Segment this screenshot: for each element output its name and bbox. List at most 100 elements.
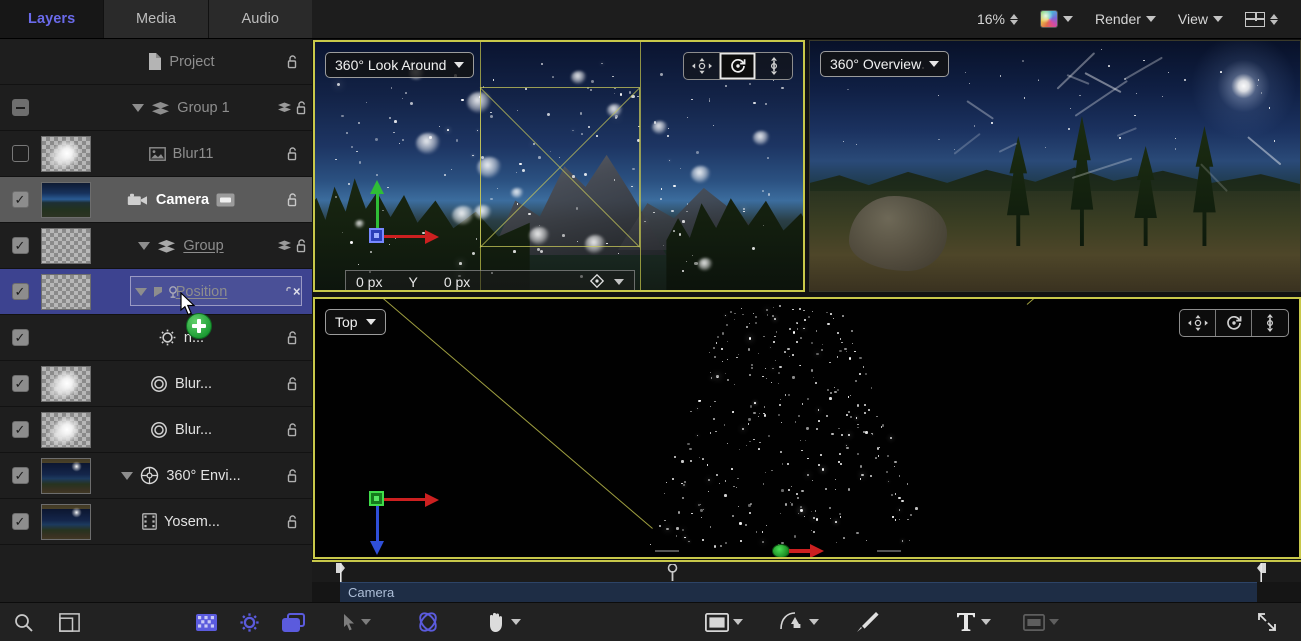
visibility-checkbox-cell[interactable]: ✓ [0, 421, 40, 438]
pen-bezier-tool[interactable] [772, 611, 826, 633]
gizmo-center-handle[interactable] [369, 491, 384, 506]
orbit-camera-icon[interactable] [720, 53, 756, 79]
camera-controls-top[interactable] [1179, 309, 1289, 337]
chevron-down-icon[interactable] [1213, 16, 1223, 22]
visibility-checkbox-cell[interactable]: ✓ [0, 513, 40, 530]
group-stack-icon[interactable] [277, 102, 292, 114]
pan-camera-icon[interactable] [1180, 310, 1216, 336]
tab-audio[interactable]: Audio [209, 0, 312, 38]
zoom-level-control[interactable]: 16% [966, 0, 1029, 39]
timeline-end-marker[interactable] [1253, 563, 1266, 582]
search-icon[interactable] [14, 613, 33, 632]
dolly-camera-icon[interactable] [1252, 310, 1288, 336]
select-arrow-tool[interactable] [336, 613, 378, 631]
unlocked-icon[interactable] [286, 330, 300, 345]
camera-body-icon[interactable] [772, 544, 790, 558]
chevron-down-icon[interactable] [809, 619, 819, 625]
viewport-overview[interactable]: 360° Overview [809, 40, 1301, 292]
camera-controls-look-around[interactable] [683, 52, 793, 80]
hud-x-value[interactable]: 0 px [356, 274, 382, 290]
chevron-down-icon[interactable] [929, 61, 939, 67]
color-settings-control[interactable] [1029, 0, 1084, 39]
chevron-down-icon[interactable] [454, 62, 464, 68]
chevron-down-icon[interactable] [981, 619, 991, 625]
visibility-checkbox-off[interactable] [12, 145, 29, 162]
visibility-checkbox-on[interactable]: ✓ [12, 237, 29, 254]
unlocked-icon[interactable] [295, 238, 309, 253]
layer-row-group-1[interactable]: Group 1 [0, 85, 312, 131]
chevron-down-icon[interactable] [366, 319, 376, 325]
timeline-track-area[interactable]: Camera [312, 582, 1301, 602]
layer-row-blur-b[interactable]: ✓ Blur... [0, 407, 312, 453]
orbit-camera-icon[interactable] [1216, 310, 1252, 336]
checkerboard-icon[interactable] [196, 614, 217, 631]
group-stack-icon[interactable] [277, 240, 292, 252]
disclosure-triangle-down-icon[interactable] [121, 472, 133, 480]
visibility-checkbox-on[interactable]: ✓ [12, 513, 29, 530]
unlocked-icon[interactable] [286, 54, 300, 69]
unlocked-icon[interactable] [286, 514, 300, 529]
visibility-checkbox-cell[interactable] [0, 145, 40, 162]
lock-cell[interactable] [274, 330, 312, 345]
transform-hud[interactable]: 0 px Y 0 px [345, 270, 635, 292]
visibility-checkbox-on[interactable]: ✓ [12, 191, 29, 208]
layer-row-position[interactable]: ✓ Position [0, 269, 312, 315]
lock-cell[interactable] [274, 376, 312, 391]
layer-row-camera[interactable]: ✓ Camera [0, 177, 312, 223]
chevron-down-icon[interactable] [614, 279, 624, 285]
tab-media[interactable]: Media [104, 0, 208, 38]
visibility-checkbox-on[interactable]: ✓ [12, 421, 29, 438]
visibility-checkbox-cell[interactable]: ✓ [0, 191, 40, 208]
layer-row-blur11[interactable]: Blur11 [0, 131, 312, 177]
visibility-checkbox-on[interactable]: ✓ [12, 329, 29, 346]
keyframe-icon[interactable] [284, 284, 302, 299]
unlocked-icon[interactable] [286, 192, 300, 207]
view-menu[interactable]: View [1167, 0, 1234, 39]
visibility-checkbox-on[interactable]: ✓ [12, 283, 29, 300]
chevron-down-icon[interactable] [1063, 16, 1073, 22]
lock-cell[interactable] [274, 422, 312, 437]
unlocked-icon[interactable] [286, 468, 300, 483]
visibility-checkbox-on[interactable]: ✓ [12, 467, 29, 484]
disclosure-triangle-right-icon[interactable] [154, 287, 162, 297]
hud-anchor-icon[interactable] [590, 274, 604, 291]
zoom-stepper-icon[interactable] [1010, 14, 1018, 25]
visibility-checkbox-cell[interactable]: ✓ [0, 375, 40, 392]
viewport-top[interactable]: Top [313, 297, 1301, 559]
pan-camera-icon[interactable] [684, 53, 720, 79]
chevron-down-icon[interactable] [1146, 16, 1156, 22]
layer-row-behavior[interactable]: ✓ n... [0, 315, 312, 361]
axis-y-arrow[interactable] [370, 180, 384, 194]
disclosure-triangle-down-icon[interactable] [135, 288, 147, 296]
chevron-down-icon[interactable] [1049, 619, 1059, 625]
visibility-checkbox-cell[interactable]: ✓ [0, 237, 40, 254]
viewport-look-around[interactable]: 360° Look Around 0 px Y 0 px [313, 40, 805, 292]
unlocked-icon[interactable] [286, 376, 300, 391]
viewport-view-selector-overview[interactable]: 360° Overview [820, 51, 949, 77]
lock-cell[interactable] [274, 284, 312, 299]
render-menu[interactable]: Render [1084, 0, 1167, 39]
layout-stepper-icon[interactable] [1270, 14, 1278, 25]
visibility-checkbox-cell[interactable]: ✓ [0, 283, 40, 300]
chevron-down-icon[interactable] [511, 619, 521, 625]
lock-cell[interactable] [274, 238, 312, 253]
layers-stack-icon[interactable] [282, 613, 305, 632]
visibility-checkbox-cell[interactable]: ✓ [0, 329, 40, 346]
visibility-checkbox-cell[interactable]: ✓ [0, 467, 40, 484]
fullscreen-tool[interactable] [1249, 611, 1285, 633]
unlocked-icon[interactable] [295, 100, 309, 115]
gear-icon[interactable] [239, 612, 260, 633]
lock-cell[interactable] [274, 146, 312, 161]
lock-cell[interactable] [274, 514, 312, 529]
tab-layers[interactable]: Layers [0, 0, 104, 38]
layer-row-yosemite-footage[interactable]: ✓ Yosem... [0, 499, 312, 545]
lock-cell[interactable] [274, 468, 312, 483]
axis-x-arrow[interactable] [425, 230, 439, 244]
unlocked-icon[interactable] [286, 146, 300, 161]
layer-list[interactable]: Project Group [0, 39, 312, 602]
layer-row-project[interactable]: Project [0, 39, 312, 85]
visibility-checkbox-mixed[interactable] [12, 99, 29, 116]
lock-cell[interactable] [274, 192, 312, 207]
viewport-view-selector-top[interactable]: Top [325, 309, 386, 335]
dolly-camera-icon[interactable] [756, 53, 792, 79]
